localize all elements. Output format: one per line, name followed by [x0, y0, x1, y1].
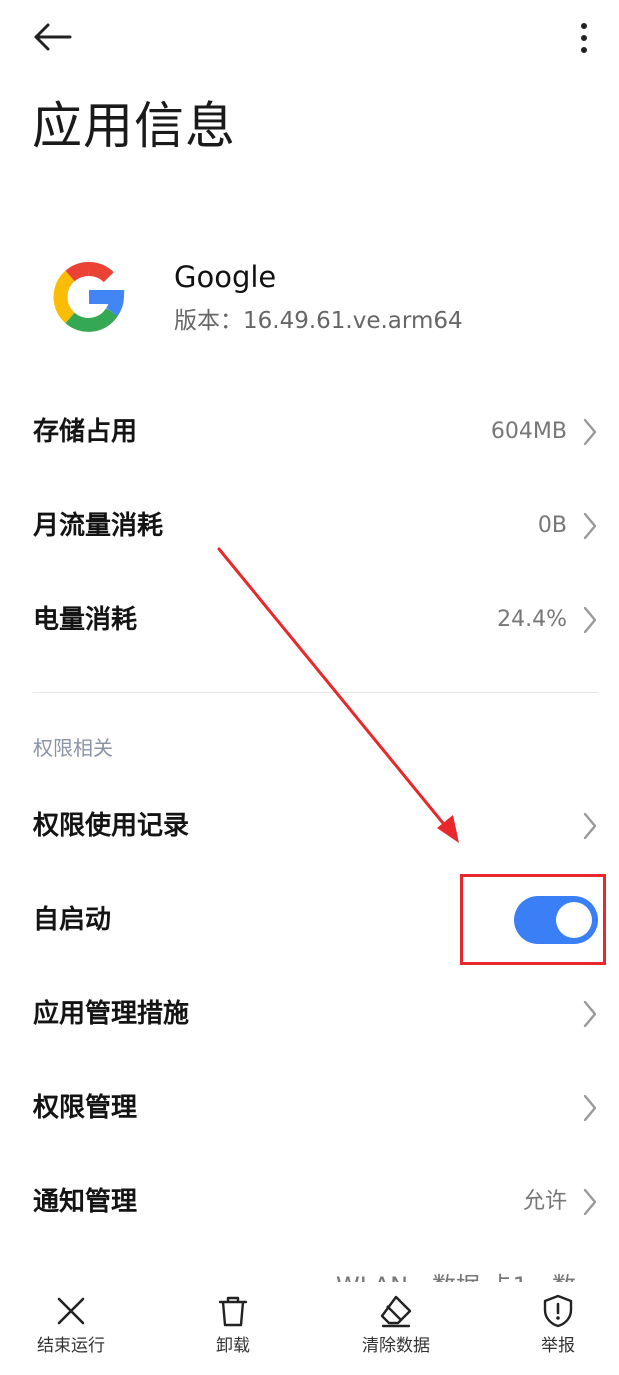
shield-alert-icon: [543, 1294, 573, 1328]
chevron-right-icon: [583, 1000, 597, 1028]
uninstall-button[interactable]: 卸载: [173, 1294, 293, 1370]
eraser-icon: [380, 1295, 412, 1328]
row-value: 24.4%: [497, 607, 567, 632]
chevron-right-icon: [583, 812, 597, 840]
close-icon: [57, 1297, 85, 1325]
row-monthly-data[interactable]: 月流量消耗 0B: [0, 479, 619, 573]
row-label: 应用管理措施: [33, 999, 190, 1029]
row-notification-management[interactable]: 通知管理 允许: [0, 1155, 619, 1249]
row-label: 自启动: [33, 905, 112, 935]
row-label: 月流量消耗: [33, 511, 164, 541]
trash-icon: [218, 1296, 248, 1327]
page-title: 应用信息: [32, 97, 236, 155]
row-permission-management[interactable]: 权限管理: [0, 1061, 619, 1155]
section-title-permissions: 权限相关: [33, 736, 113, 760]
row-label: 电量消耗: [33, 605, 138, 635]
chevron-right-icon: [583, 1094, 597, 1122]
chevron-right-icon: [583, 1188, 597, 1216]
row-app-management[interactable]: 应用管理措施: [0, 967, 619, 1061]
row-battery[interactable]: 电量消耗 24.4%: [0, 573, 619, 667]
more-vertical-icon: [581, 23, 587, 53]
tab-label: 清除数据: [362, 1336, 430, 1356]
app-name: Google: [174, 260, 277, 294]
bottom-action-bar: 结束运行 卸载 清除数据 举报: [0, 1282, 619, 1375]
report-button[interactable]: 举报: [498, 1294, 618, 1370]
arrow-left-icon: [34, 23, 72, 51]
force-stop-button[interactable]: 结束运行: [11, 1294, 131, 1370]
tab-label: 卸载: [216, 1336, 250, 1356]
row-label: 权限使用记录: [33, 811, 190, 841]
row-storage[interactable]: 存储占用 604MB: [0, 385, 619, 479]
row-value: 允许: [522, 1189, 567, 1214]
chevron-right-icon: [583, 606, 597, 634]
row-value: 604MB: [490, 419, 567, 444]
row-label: 通知管理: [33, 1187, 138, 1217]
app-version: 版本：16.49.61.ve.arm64: [174, 308, 463, 334]
annotation-highlight-box: [460, 874, 606, 965]
divider: [33, 692, 598, 693]
more-options-button[interactable]: [566, 16, 602, 60]
row-value: 0B: [537, 513, 567, 538]
tab-label: 举报: [541, 1336, 575, 1356]
clear-data-button[interactable]: 清除数据: [336, 1294, 456, 1370]
row-permission-usage-record[interactable]: 权限使用记录: [0, 779, 619, 873]
row-label: 权限管理: [33, 1093, 138, 1123]
chevron-right-icon: [583, 418, 597, 446]
tab-label: 结束运行: [37, 1336, 105, 1356]
app-info-page: 应用信息 Google 版本：16.49.61.ve.arm64 存储占用 60…: [0, 0, 619, 1375]
chevron-right-icon: [583, 512, 597, 540]
google-g-logo: [53, 262, 125, 332]
back-button[interactable]: [26, 14, 78, 60]
row-label: 存储占用: [33, 417, 138, 447]
